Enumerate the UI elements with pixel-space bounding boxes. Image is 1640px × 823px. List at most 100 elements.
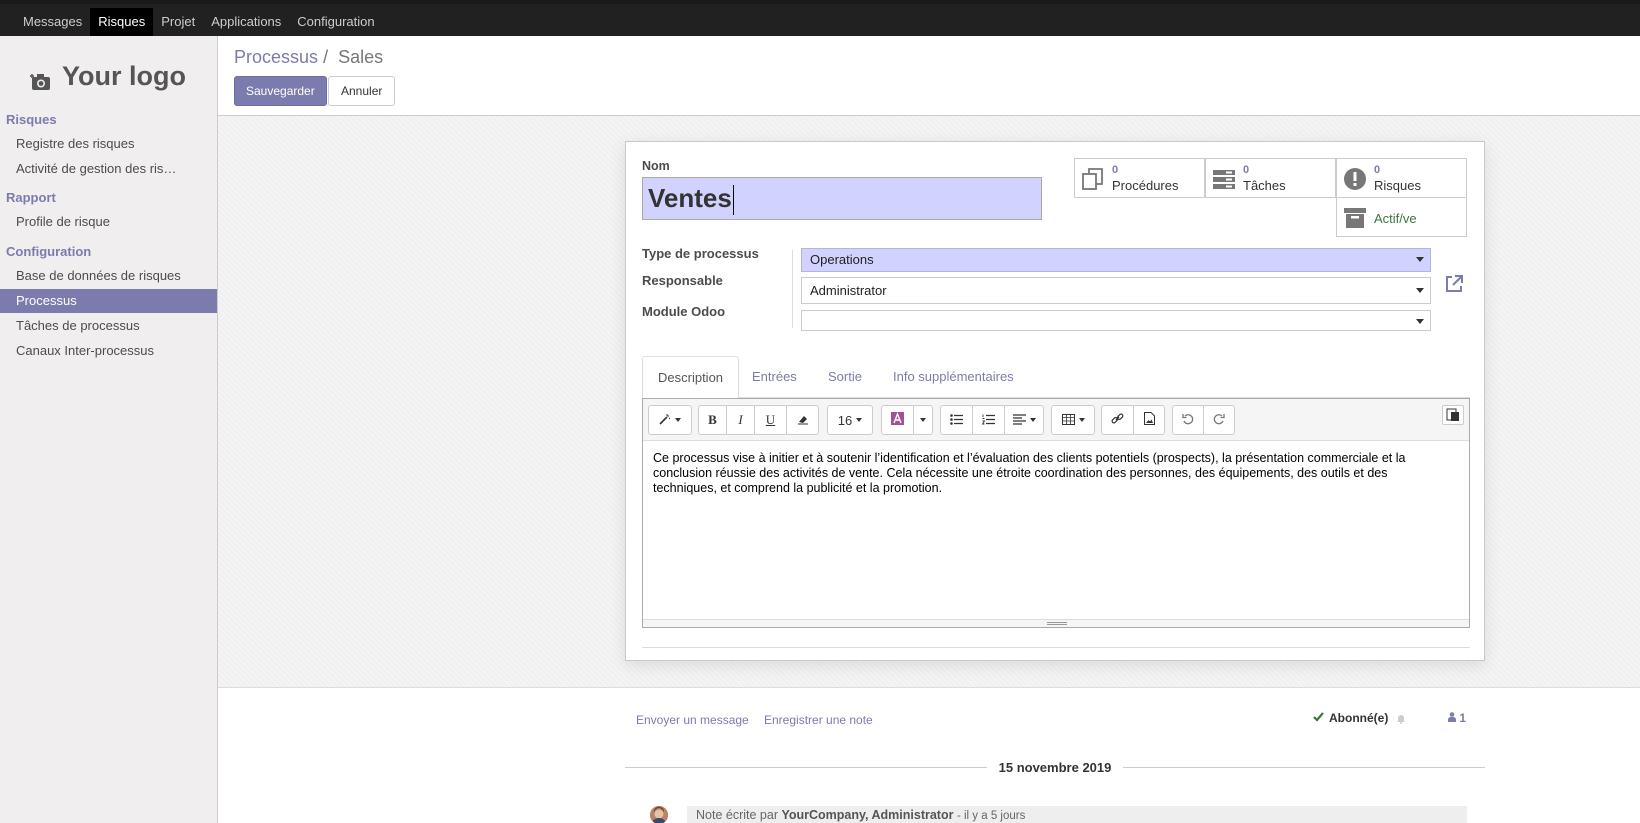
tasks-button[interactable]: 0 Tâches bbox=[1205, 158, 1336, 198]
archive-icon bbox=[1343, 206, 1367, 230]
redo-button[interactable] bbox=[1203, 405, 1235, 435]
bullet-list-button[interactable] bbox=[940, 405, 973, 435]
date-separator: 15 novembre 2019 bbox=[625, 758, 1485, 778]
link-button[interactable] bbox=[1101, 405, 1134, 435]
message-header: Note écrite par YourCompany, Administrat… bbox=[687, 806, 1467, 823]
tab-info-supplementaires[interactable]: Info supplémentaires bbox=[878, 356, 1029, 398]
odoo-module-input[interactable] bbox=[801, 310, 1431, 331]
html-editor[interactable]: B I U 16 Ce processus vise à initier et … bbox=[642, 398, 1470, 628]
procedures-label: Procédures bbox=[1112, 178, 1179, 193]
follow-button[interactable]: Abonné(e) bbox=[1313, 711, 1406, 725]
name-input[interactable]: Ventes bbox=[642, 177, 1042, 220]
date-separator-label: 15 novembre 2019 bbox=[998, 760, 1112, 775]
responsible-value: Administrator bbox=[810, 283, 887, 298]
sidebar-item-taches[interactable]: Tâches de processus bbox=[0, 314, 217, 338]
sidebar-heading-risques: Risques bbox=[6, 112, 57, 127]
responsible-input[interactable]: Administrator bbox=[801, 277, 1431, 304]
notebook-tabs: Description Entrées Sortie Info suppléme… bbox=[642, 356, 1470, 399]
followers-count: 1 bbox=[1459, 711, 1467, 725]
image-file-icon bbox=[1143, 412, 1155, 428]
process-type-select[interactable]: Operations bbox=[801, 248, 1431, 272]
note-time: - il y a 5 jours bbox=[956, 810, 1026, 822]
risks-label: Risques bbox=[1374, 178, 1421, 193]
field-divider bbox=[792, 250, 793, 328]
note-author[interactable]: YourCompany, Administrator bbox=[781, 808, 953, 822]
style-button[interactable] bbox=[648, 405, 692, 435]
table-icon bbox=[1061, 413, 1075, 428]
sidebar-heading-rapport: Rapport bbox=[6, 190, 56, 205]
procedures-button[interactable]: 0 Procédures bbox=[1074, 158, 1205, 198]
user-icon bbox=[1448, 711, 1456, 725]
process-type-value: Operations bbox=[810, 252, 874, 267]
exclamation-icon bbox=[1343, 167, 1367, 191]
sidebar-item-canaux[interactable]: Canaux Inter-processus bbox=[0, 339, 217, 363]
link-icon bbox=[1111, 412, 1124, 428]
numbered-list-icon bbox=[981, 413, 995, 428]
documents-icon bbox=[1081, 167, 1105, 191]
chatter: Envoyer un message Enregistrer une note … bbox=[218, 687, 1640, 823]
redo-icon bbox=[1213, 413, 1225, 428]
risks-count: 0 bbox=[1374, 164, 1381, 176]
followers-button[interactable]: 1 bbox=[1448, 711, 1466, 725]
save-button[interactable]: Sauvegarder bbox=[234, 76, 327, 106]
menu-messages[interactable]: Messages bbox=[15, 8, 90, 36]
undo-icon bbox=[1182, 413, 1194, 428]
chevron-down-icon[interactable] bbox=[1416, 288, 1424, 293]
undo-button[interactable] bbox=[1172, 405, 1204, 435]
sidebar-heading-configuration: Configuration bbox=[6, 244, 92, 259]
form-sheet: Nom Ventes 0 Procédures 0 Tâches 0 Risqu… bbox=[625, 141, 1485, 661]
code-view-icon[interactable] bbox=[1442, 405, 1464, 425]
magic-wand-icon bbox=[659, 413, 671, 428]
external-link-icon[interactable] bbox=[1444, 274, 1464, 294]
chevron-down-icon bbox=[1416, 257, 1424, 262]
description-text[interactable]: Ce processus vise à initier et à souteni… bbox=[653, 451, 1453, 496]
company-logo[interactable]: Your logo bbox=[30, 56, 190, 96]
main-menu: Messages Risques Projet Applications Con… bbox=[15, 8, 383, 36]
clear-format-button[interactable] bbox=[786, 405, 819, 435]
font-size-button[interactable]: 16 bbox=[827, 405, 873, 435]
chevron-down-icon[interactable] bbox=[1416, 319, 1424, 324]
send-message-link[interactable]: Envoyer un message bbox=[636, 713, 749, 727]
image-button[interactable] bbox=[1133, 405, 1165, 435]
sidebar-item-registre[interactable]: Registre des risques bbox=[0, 132, 217, 156]
editor-resize-handle[interactable] bbox=[643, 619, 1469, 627]
align-left-icon bbox=[1012, 413, 1026, 428]
sidebar-item-activite[interactable]: Activité de gestion des ris… bbox=[0, 157, 217, 181]
name-value: Ventes bbox=[648, 183, 732, 213]
sidebar-item-processus[interactable]: Processus bbox=[0, 289, 217, 313]
text-cursor bbox=[732, 185, 734, 216]
bold-button[interactable]: B bbox=[698, 405, 727, 435]
sidebar-item-base-donnees[interactable]: Base de données de risques bbox=[0, 264, 217, 288]
menu-risques[interactable]: Risques bbox=[90, 8, 154, 36]
tab-sortie[interactable]: Sortie bbox=[813, 356, 877, 398]
process-type-label: Type de processus bbox=[642, 246, 759, 261]
tab-entrees[interactable]: Entrées bbox=[737, 356, 812, 398]
bell-icon[interactable] bbox=[1396, 713, 1406, 724]
menu-applications[interactable]: Applications bbox=[203, 8, 289, 36]
underline-button[interactable]: U bbox=[754, 405, 787, 435]
breadcrumb-current: Sales bbox=[338, 47, 384, 67]
menu-configuration[interactable]: Configuration bbox=[289, 8, 382, 36]
italic-button[interactable]: I bbox=[726, 405, 755, 435]
active-toggle-label: Actif/ve bbox=[1374, 211, 1417, 226]
procedures-count: 0 bbox=[1112, 164, 1119, 176]
breadcrumb-parent[interactable]: Processus bbox=[234, 47, 318, 67]
color-dropdown-button[interactable] bbox=[913, 405, 933, 435]
active-toggle-button[interactable]: Actif/ve bbox=[1336, 197, 1467, 237]
cancel-button[interactable]: Annuler bbox=[328, 76, 396, 106]
risks-button[interactable]: 0 Risques bbox=[1336, 158, 1467, 198]
check-icon bbox=[1313, 711, 1324, 725]
avatar[interactable] bbox=[650, 806, 668, 823]
camera-icon bbox=[30, 67, 52, 90]
odoo-module-label: Module Odoo bbox=[642, 304, 726, 319]
numbered-list-button[interactable] bbox=[972, 405, 1005, 435]
log-note-link[interactable]: Enregistrer une note bbox=[764, 713, 873, 727]
sidebar-item-profile[interactable]: Profile de risque bbox=[0, 210, 217, 234]
text-color-button[interactable] bbox=[881, 405, 914, 435]
menu-projet[interactable]: Projet bbox=[153, 8, 203, 36]
sidebar: Your logo Risques Registre des risques A… bbox=[0, 36, 218, 823]
paragraph-align-button[interactable] bbox=[1004, 405, 1044, 435]
table-button[interactable] bbox=[1051, 405, 1095, 435]
tab-description[interactable]: Description bbox=[642, 356, 740, 399]
tasks-icon bbox=[1212, 167, 1236, 191]
